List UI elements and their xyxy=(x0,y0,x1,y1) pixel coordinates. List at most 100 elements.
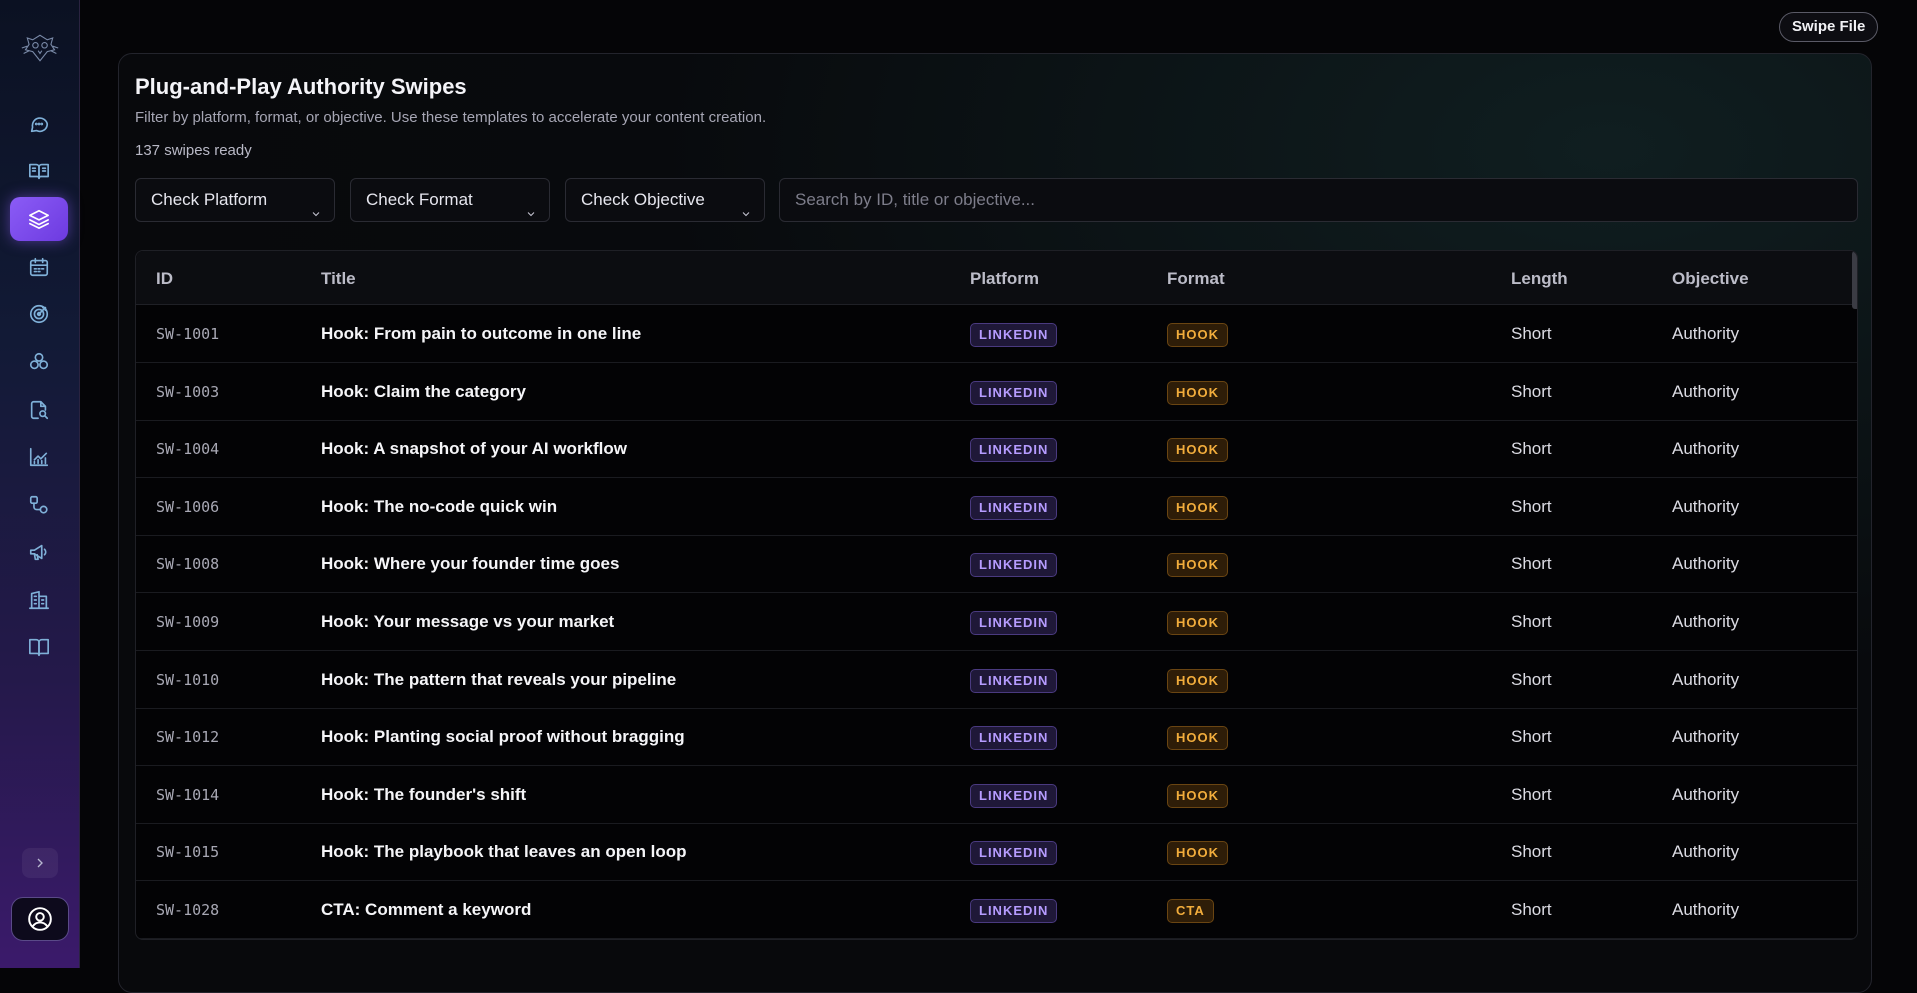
sidebar-item-goals[interactable] xyxy=(10,292,68,336)
row-length: Short xyxy=(1511,784,1552,804)
sidebar-item-audience[interactable] xyxy=(10,340,68,384)
sidebar-item-chat[interactable] xyxy=(10,102,68,146)
table-row[interactable]: SW-1015 Hook: The playbook that leaves an… xyxy=(136,823,1857,882)
swipe-file-button[interactable]: Swipe File xyxy=(1779,12,1879,42)
chevron-down-icon xyxy=(525,194,537,217)
file-search-icon xyxy=(30,400,49,420)
megaphone-icon xyxy=(29,544,47,561)
row-objective: Authority xyxy=(1672,496,1740,516)
row-title: Hook: The founder's shift xyxy=(321,784,527,804)
row-objective: Authority xyxy=(1672,669,1740,689)
page-title: Plug-and-Play Authority Swipes xyxy=(135,74,467,99)
swipes-panel: Plug-and-Play Authority Swipes Filter by… xyxy=(118,53,1872,993)
swipe-count: 137 swipes ready xyxy=(135,142,252,159)
table-row[interactable]: SW-1014 Hook: The founder's shift LINKEDIN… xyxy=(136,766,1857,824)
row-objective: Authority xyxy=(1672,554,1740,574)
brand-logo[interactable] xyxy=(20,28,60,68)
sidebar-item-swipes[interactable] xyxy=(10,197,68,241)
sidebar-item-library[interactable] xyxy=(10,149,68,193)
row-length: Short xyxy=(1511,554,1552,574)
swipes-table: ID Title Platform Format Length Objectiv… xyxy=(135,250,1858,940)
table-row[interactable]: SW-1008 Hook: Where your founder time goe… xyxy=(136,535,1857,594)
line-chart-icon xyxy=(29,447,49,467)
platform-badge: LINKEDIN xyxy=(970,899,1058,923)
sidebar-item-guide[interactable] xyxy=(10,625,68,669)
owl-logo-icon xyxy=(21,34,59,62)
row-length: Short xyxy=(1511,496,1552,516)
row-id: SW-1003 xyxy=(156,382,220,401)
row-id: SW-1008 xyxy=(156,555,220,574)
platform-badge: LINKEDIN xyxy=(970,668,1058,693)
table-row[interactable]: SW-1001 Hook: From pain to outcome in one… xyxy=(136,305,1857,363)
sidebar-item-workflows[interactable] xyxy=(10,483,68,527)
row-length: Short xyxy=(1511,324,1552,343)
row-length: Short xyxy=(1511,439,1552,459)
sidebar-item-analytics[interactable] xyxy=(10,435,68,479)
book-icon xyxy=(29,638,49,657)
column-header-title[interactable]: Title xyxy=(321,269,356,289)
objective-filter-value: Check Objective xyxy=(581,190,705,209)
platform-badge: LINKEDIN xyxy=(970,495,1058,520)
row-title: Hook: Your message vs your market xyxy=(321,612,615,631)
row-title: Hook: Claim the category xyxy=(321,381,526,401)
table-row[interactable]: SW-1028 CTA: Comment a keyword LINKEDIN CTA… xyxy=(136,881,1857,939)
row-id: SW-1014 xyxy=(156,785,220,804)
format-badge: HOOK xyxy=(1167,783,1228,808)
row-length: Short xyxy=(1511,612,1552,631)
table-row[interactable]: SW-1003 Hook: Claim the category LINKEDIN H… xyxy=(136,363,1857,421)
sidebar-item-research[interactable] xyxy=(10,388,68,432)
format-filter-select[interactable]: Check Format xyxy=(350,178,550,222)
format-badge: HOOK xyxy=(1167,438,1228,463)
platform-badge: LINKEDIN xyxy=(970,553,1058,578)
row-length: Short xyxy=(1511,381,1552,401)
objective-filter-select[interactable]: Check Objective xyxy=(565,178,765,222)
row-objective: Authority xyxy=(1672,842,1740,862)
row-id: SW-1009 xyxy=(156,613,220,631)
row-objective: Authority xyxy=(1672,612,1740,631)
platform-badge: LINKEDIN xyxy=(970,380,1058,405)
table-row[interactable]: SW-1010 Hook: The pattern that reveals yo… xyxy=(136,651,1857,709)
row-title: Hook: The no-code quick win xyxy=(321,496,558,516)
workflow-icon xyxy=(29,495,48,514)
table-row[interactable]: SW-1006 Hook: The no-code quick win LINKED… xyxy=(136,478,1857,536)
expand-sidebar-button[interactable] xyxy=(22,848,58,878)
sidebar-item-company[interactable] xyxy=(10,578,68,622)
row-id: SW-1015 xyxy=(156,843,220,862)
format-badge: HOOK xyxy=(1167,611,1228,635)
table-scrollbar[interactable] xyxy=(1852,251,1857,309)
column-header-objective[interactable]: Objective xyxy=(1672,269,1749,289)
row-length: Short xyxy=(1511,842,1552,862)
avatar[interactable] xyxy=(11,897,69,941)
row-id: SW-1028 xyxy=(156,901,220,919)
table-row[interactable]: SW-1009 Hook: Your message vs your market… xyxy=(136,593,1857,651)
row-objective: Authority xyxy=(1672,381,1740,401)
chevron-right-icon xyxy=(37,858,43,868)
platform-badge: LINKEDIN xyxy=(970,323,1058,347)
platform-filter-select[interactable]: Check Platform xyxy=(135,178,335,222)
table-row[interactable]: SW-1012 Hook: Planting social proof witho… xyxy=(136,708,1857,767)
format-badge: HOOK xyxy=(1167,726,1228,751)
column-header-id[interactable]: ID xyxy=(156,269,173,289)
chevron-down-icon xyxy=(740,194,752,217)
column-header-length[interactable]: Length xyxy=(1511,269,1568,289)
building-icon xyxy=(29,590,49,610)
platform-badge: LINKEDIN xyxy=(970,726,1058,751)
format-badge: HOOK xyxy=(1167,553,1228,578)
row-objective: Authority xyxy=(1672,727,1740,747)
row-id: SW-1004 xyxy=(156,440,220,459)
platform-badge: LINKEDIN xyxy=(970,438,1058,463)
platform-badge: LINKEDIN xyxy=(970,783,1058,808)
book-open-icon xyxy=(29,163,49,180)
row-id: SW-1012 xyxy=(156,728,220,747)
format-filter-value: Check Format xyxy=(366,190,473,209)
user-circle-icon xyxy=(28,907,52,931)
column-header-format[interactable]: Format xyxy=(1167,269,1225,289)
sidebar-item-campaigns[interactable] xyxy=(10,530,68,574)
column-header-platform[interactable]: Platform xyxy=(970,269,1039,289)
sidebar-item-calendar[interactable] xyxy=(10,245,68,289)
row-title: Hook: Where your founder time goes xyxy=(321,554,620,574)
table-header: ID Title Platform Format Length Objectiv… xyxy=(136,251,1857,309)
search-input[interactable] xyxy=(779,178,1858,222)
row-id: SW-1006 xyxy=(156,497,220,516)
table-row[interactable]: SW-1004 Hook: A snapshot of your AI workf… xyxy=(136,420,1857,479)
